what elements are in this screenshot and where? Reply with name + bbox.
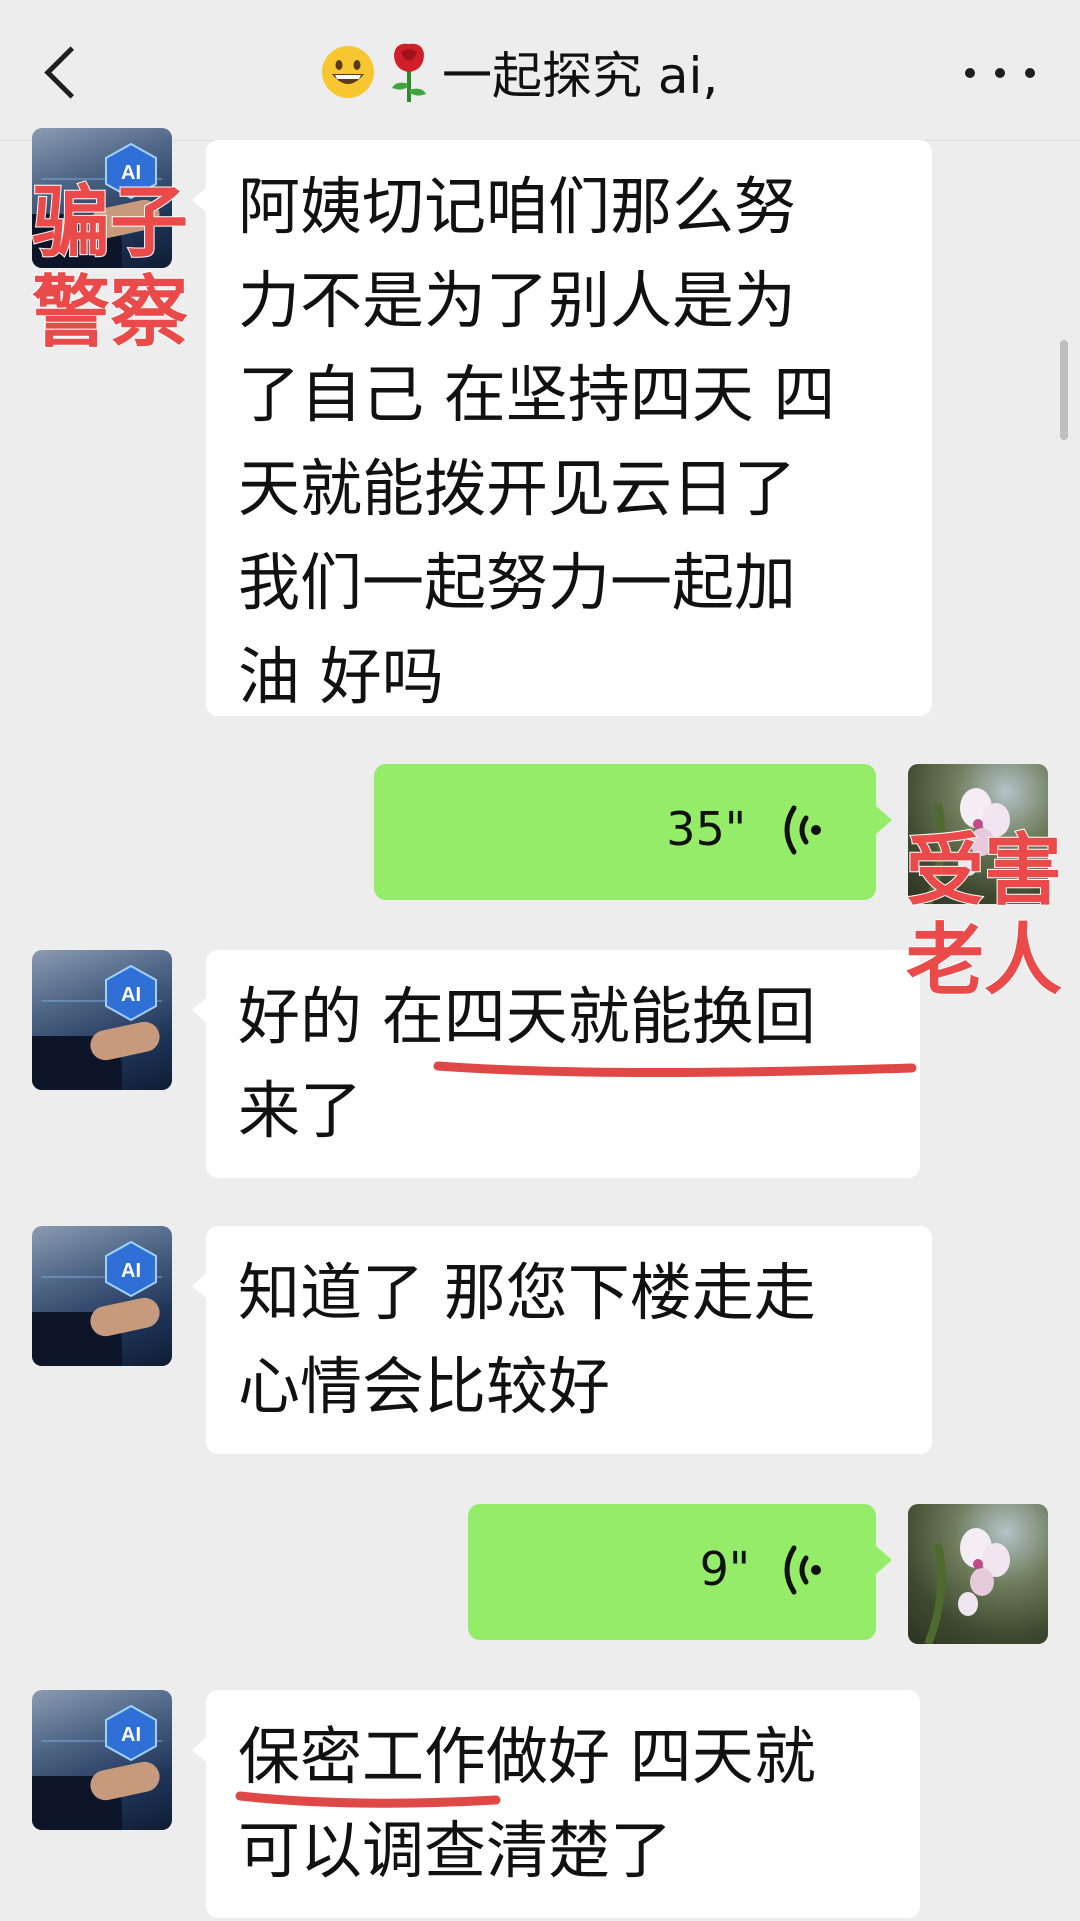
message-text: 阿姨切记咱们那么努 bbox=[238, 170, 797, 243]
ai-hexagon-icon: AI bbox=[105, 1240, 157, 1298]
dot-icon bbox=[1025, 68, 1035, 78]
orchid-photo bbox=[924, 1528, 1010, 1644]
grinning-face-icon bbox=[322, 46, 374, 98]
message-bubble[interactable]: 好的 在四天就能换回 来了 bbox=[192, 950, 920, 1178]
user-avatar[interactable] bbox=[908, 1504, 1048, 1644]
message-text: 心情会比较好 bbox=[238, 1350, 611, 1423]
annotation-line: 受害 bbox=[905, 825, 1063, 917]
message-text: 可以调查清楚了 bbox=[238, 1814, 673, 1887]
message-text: 好的 在四天就能换回 bbox=[238, 980, 816, 1053]
back-button[interactable] bbox=[40, 40, 80, 100]
message-text: 了自己 在坚持四天 四 bbox=[238, 358, 836, 431]
annotation-line: 老人 bbox=[905, 915, 1063, 1007]
voice-duration: 35" bbox=[666, 802, 746, 856]
message-text: 我们一起努力一起加 bbox=[238, 546, 797, 619]
ai-hexagon-icon: AI bbox=[105, 1704, 157, 1762]
message-text: 天就能拨开见云日了 bbox=[238, 452, 797, 525]
message-bubble[interactable]: 保密工作做好 四天就 可以调查清楚了 bbox=[192, 1690, 920, 1918]
dot-icon bbox=[965, 68, 975, 78]
dot-icon bbox=[995, 68, 1005, 78]
message-text: 保密工作做好 四天就 bbox=[238, 1720, 816, 1793]
annotation-line: 警察 bbox=[31, 267, 189, 359]
message-text: 油 好吗 bbox=[238, 640, 444, 713]
message-text: 知道了 那您下楼走走 bbox=[238, 1256, 816, 1329]
contact-avatar[interactable]: AI bbox=[32, 1690, 172, 1830]
chat-title: 一起探究 ai, bbox=[320, 42, 718, 105]
voice-wave-icon bbox=[784, 805, 821, 855]
rose-icon bbox=[392, 43, 426, 102]
message-text: 力不是为了别人是为 bbox=[238, 264, 797, 337]
voice-wave-icon bbox=[784, 1545, 821, 1595]
chat-header: 一起探究 ai, bbox=[0, 0, 1080, 141]
message-bubble[interactable]: 知道了 那您下楼走走 心情会比较好 bbox=[192, 1226, 932, 1454]
voice-message-bubble[interactable]: 9" bbox=[468, 1504, 892, 1640]
annotation-line: 骗子 bbox=[31, 177, 189, 269]
contact-avatar[interactable]: AI bbox=[32, 950, 172, 1090]
svg-text:AI: AI bbox=[121, 1724, 141, 1746]
message-bubble[interactable]: 阿姨切记咱们那么努 力不是为了别人是为 了自己 在坚持四天 四 天就能拨开见云日… bbox=[192, 140, 932, 716]
scrollbar-thumb[interactable] bbox=[1060, 340, 1068, 440]
scammer-annotation: 骗子 警察 bbox=[31, 177, 189, 359]
svg-text:AI: AI bbox=[121, 984, 141, 1006]
message-text: 来了 bbox=[238, 1074, 363, 1147]
chat-title-text: 一起探究 ai, bbox=[442, 47, 719, 105]
svg-text:AI: AI bbox=[121, 1260, 141, 1282]
voice-message-bubble[interactable]: 35" bbox=[374, 764, 892, 900]
contact-avatar[interactable]: AI bbox=[32, 1226, 172, 1366]
more-options-button[interactable] bbox=[965, 55, 1035, 91]
ai-hexagon-icon: AI bbox=[105, 964, 157, 1022]
voice-duration: 9" bbox=[699, 1542, 750, 1596]
victim-annotation: 受害 老人 bbox=[905, 825, 1063, 1007]
